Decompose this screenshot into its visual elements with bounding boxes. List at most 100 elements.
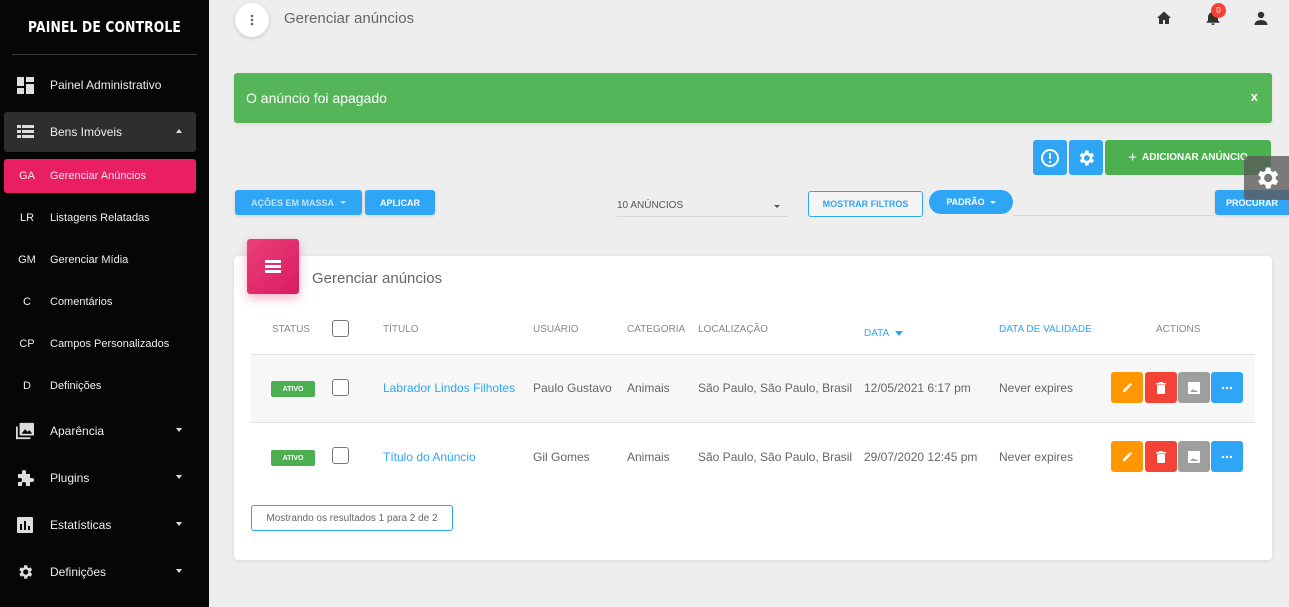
sidebar-item-label: Painel Administrativo [50, 78, 162, 92]
card-header-icon [247, 239, 299, 294]
per-page-select[interactable]: 10 ANÚNCIOS [617, 195, 788, 217]
row-checkbox[interactable] [332, 447, 349, 464]
preset-dropdown[interactable]: PADRÃO [929, 190, 1013, 214]
column-header-title: TÍTULO [383, 324, 419, 335]
row-checkbox[interactable] [332, 379, 349, 396]
add-listing-label: ADICIONAR ANÚNCIO [1142, 152, 1248, 163]
chevron-down-icon [176, 522, 182, 526]
bulk-actions-label: AÇÕES EM MASSA [250, 197, 334, 208]
subitem-label: Listagens Relatadas [50, 212, 150, 224]
table-row: ATIVO Labrador Lindos Filhotes Paulo Gus… [251, 355, 1255, 423]
success-alert: O anúncio foi apagado x [234, 73, 1272, 123]
listing-location: São Paulo, São Paulo, Brasil [698, 381, 853, 395]
date-header-label: DATA [864, 328, 890, 339]
user-icon[interactable] [1253, 10, 1269, 26]
bar-chart-icon [16, 516, 34, 534]
listing-title-link[interactable]: Labrador Lindos Filhotes [383, 381, 515, 395]
column-header-category: CATEGORIA [627, 324, 686, 335]
listing-title-link[interactable]: Título do Anúncio [383, 450, 476, 464]
subitem-abbr: LR [19, 212, 35, 224]
sidebar-item-definicoes[interactable]: Definições [4, 552, 196, 592]
subitem-label: Definições [50, 380, 102, 392]
sidebar-item-label: Plugins [50, 471, 90, 485]
sidebar-item-aparencia[interactable]: Aparência [4, 411, 196, 451]
listing-location: São Paulo, São Paulo, Brasil [698, 450, 853, 464]
page-title: Gerenciar anúncios [284, 10, 415, 27]
status-badge: ATIVO [271, 450, 315, 466]
sidebar-subitem-gerenciar-midia[interactable]: GM Gerenciar Mídia [4, 243, 196, 277]
puzzle-icon [16, 469, 34, 487]
sidebar-item-label: Aparência [50, 424, 105, 438]
sidebar-item-plugins[interactable]: Plugins [4, 458, 196, 498]
status-badge: ATIVO [271, 381, 315, 397]
sidebar-subitem-gerenciar-anuncios[interactable]: GA Gerenciar Anúncios [4, 159, 196, 193]
sidebar-subitem-definicoes[interactable]: D Definições [4, 369, 196, 403]
brand-title: PAINEL DE CONTROLE [28, 18, 181, 36]
table-row: ATIVO Título do Anúncio Gil Gomes Animai… [251, 424, 1255, 492]
info-icon [1041, 148, 1059, 167]
menu-button[interactable] [235, 3, 269, 37]
trash-icon [1156, 381, 1166, 394]
gear-icon [1079, 150, 1094, 165]
sidebar-subitem-comentarios[interactable]: C Comentários [4, 285, 196, 319]
apply-button[interactable]: APLICAR [365, 190, 435, 215]
dashboard-icon [16, 76, 34, 94]
list-icon [265, 260, 281, 273]
caret-down-icon [989, 200, 996, 204]
image-icon [1188, 381, 1200, 394]
subitem-label: Gerenciar Anúncios [50, 170, 146, 182]
floating-settings-button[interactable] [1244, 156, 1289, 200]
caret-down-icon [774, 205, 780, 208]
subitem-abbr: C [23, 296, 31, 308]
sidebar-item-painel-administrativo[interactable]: Painel Administrativo [4, 65, 196, 105]
subitem-abbr: CP [19, 338, 35, 350]
chevron-down-icon [176, 569, 182, 573]
alert-close-button[interactable]: x [1251, 89, 1258, 104]
plus-icon: + [1128, 149, 1137, 166]
gear-icon [1257, 167, 1278, 189]
more-horiz-icon [1221, 386, 1233, 389]
sidebar-subitem-campos-personalizados[interactable]: CP Campos Personalizados [4, 327, 196, 361]
sort-desc-icon [895, 330, 904, 336]
divider [12, 54, 197, 55]
listing-date: 12/05/2021 6:17 pm [864, 381, 971, 395]
sidebar-item-bens-imoveis[interactable]: Bens Imóveis [4, 112, 196, 152]
sidebar: PAINEL DE CONTROLE Painel Administrativo… [0, 0, 209, 607]
settings-button[interactable] [1069, 140, 1103, 175]
chevron-down-icon [176, 475, 182, 479]
pencil-icon [1122, 382, 1132, 393]
media-button[interactable] [1178, 441, 1210, 472]
subitem-abbr: GA [19, 170, 35, 182]
listing-user: Gil Gomes [533, 450, 590, 464]
list-icon [16, 123, 34, 141]
column-header-expiry[interactable]: DATA DE VALIDADE [999, 324, 1092, 335]
edit-button[interactable] [1111, 372, 1143, 403]
chevron-down-icon [176, 428, 182, 432]
delete-button[interactable] [1145, 441, 1177, 472]
info-button[interactable] [1033, 140, 1067, 175]
search-input[interactable] [1013, 215, 1213, 216]
notification-badge: 0 [1211, 3, 1226, 18]
more-vert-icon [250, 14, 254, 26]
media-button[interactable] [1178, 372, 1210, 403]
column-header-status: STATUS [272, 324, 310, 335]
listing-date: 29/07/2020 12:45 pm [864, 450, 978, 464]
show-filters-button[interactable]: MOSTRAR FILTROS [808, 191, 923, 217]
sidebar-item-label: Bens Imóveis [50, 125, 123, 139]
column-header-date[interactable]: DATA [864, 328, 904, 339]
listing-expiry: Never expires [999, 450, 1074, 464]
sidebar-subitem-listagens-relatadas[interactable]: LR Listagens Relatadas [4, 201, 196, 235]
edit-button[interactable] [1111, 441, 1143, 472]
bulk-actions-dropdown[interactable]: AÇÕES EM MASSA [235, 190, 362, 215]
delete-button[interactable] [1145, 372, 1177, 403]
column-header-actions: ACTIONS [1156, 324, 1201, 335]
select-all-checkbox[interactable] [332, 320, 349, 337]
more-button[interactable] [1211, 441, 1243, 472]
subitem-label: Campos Personalizados [50, 338, 170, 350]
listing-expiry: Never expires [999, 381, 1074, 395]
home-icon[interactable] [1156, 10, 1172, 26]
top-bar: Gerenciar anúncios [209, 0, 1289, 37]
sidebar-item-estatisticas[interactable]: Estatísticas [4, 505, 196, 545]
more-button[interactable] [1211, 372, 1243, 403]
subitem-label: Gerenciar Mídia [50, 254, 129, 266]
